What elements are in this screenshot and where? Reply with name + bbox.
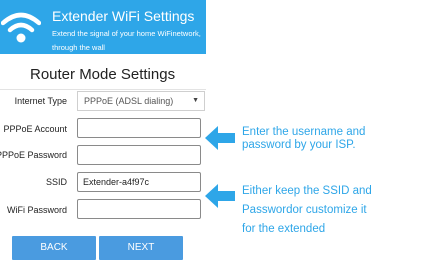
hint-line: Either keep the SSID and	[242, 185, 372, 197]
hint-text-ssid: Either keep the SSID and Passwordor cust…	[242, 182, 372, 239]
pppoe-account-label: PPPoE Account	[3, 124, 67, 134]
hint-line: Passwordor customize it	[242, 204, 367, 216]
chevron-down-icon: ▼	[192, 97, 199, 104]
header-title: Extender WiFi Settings	[52, 8, 195, 24]
wifi-password-input[interactable]	[77, 199, 201, 219]
hint-line: for the extended	[242, 223, 326, 235]
next-button[interactable]: NEXT	[99, 236, 183, 260]
pppoe-password-input[interactable]	[77, 145, 201, 165]
hint-line: Enter the username and	[242, 126, 366, 138]
hint-text-isp: Enter the username and password by your …	[242, 126, 365, 152]
internet-type-value: PPPoE (ADSL dialing)	[84, 96, 174, 106]
internet-type-select[interactable]: PPPoE (ADSL dialing) ▼	[77, 91, 205, 111]
left-arrow-icon	[205, 184, 235, 208]
pppoe-password-label: PPPoE Password	[0, 150, 67, 160]
header-subtitle: Extend the signal of your home WiFinetwo…	[52, 29, 201, 52]
back-button[interactable]: BACK	[12, 236, 96, 260]
ssid-input[interactable]	[77, 172, 201, 192]
left-arrow-icon	[205, 126, 235, 150]
ssid-label: SSID	[45, 177, 67, 187]
hint-line: password by your ISP.	[242, 139, 356, 151]
page-title: Router Mode Settings	[30, 66, 176, 83]
divider	[0, 89, 206, 90]
app-header: Extender WiFi Settings Extend the signal…	[0, 0, 206, 54]
pppoe-account-input[interactable]	[77, 118, 201, 138]
wifi-password-label: WiFi Password	[6, 205, 67, 215]
wifi-icon	[1, 12, 41, 43]
internet-type-label: Internet Type	[14, 96, 67, 106]
